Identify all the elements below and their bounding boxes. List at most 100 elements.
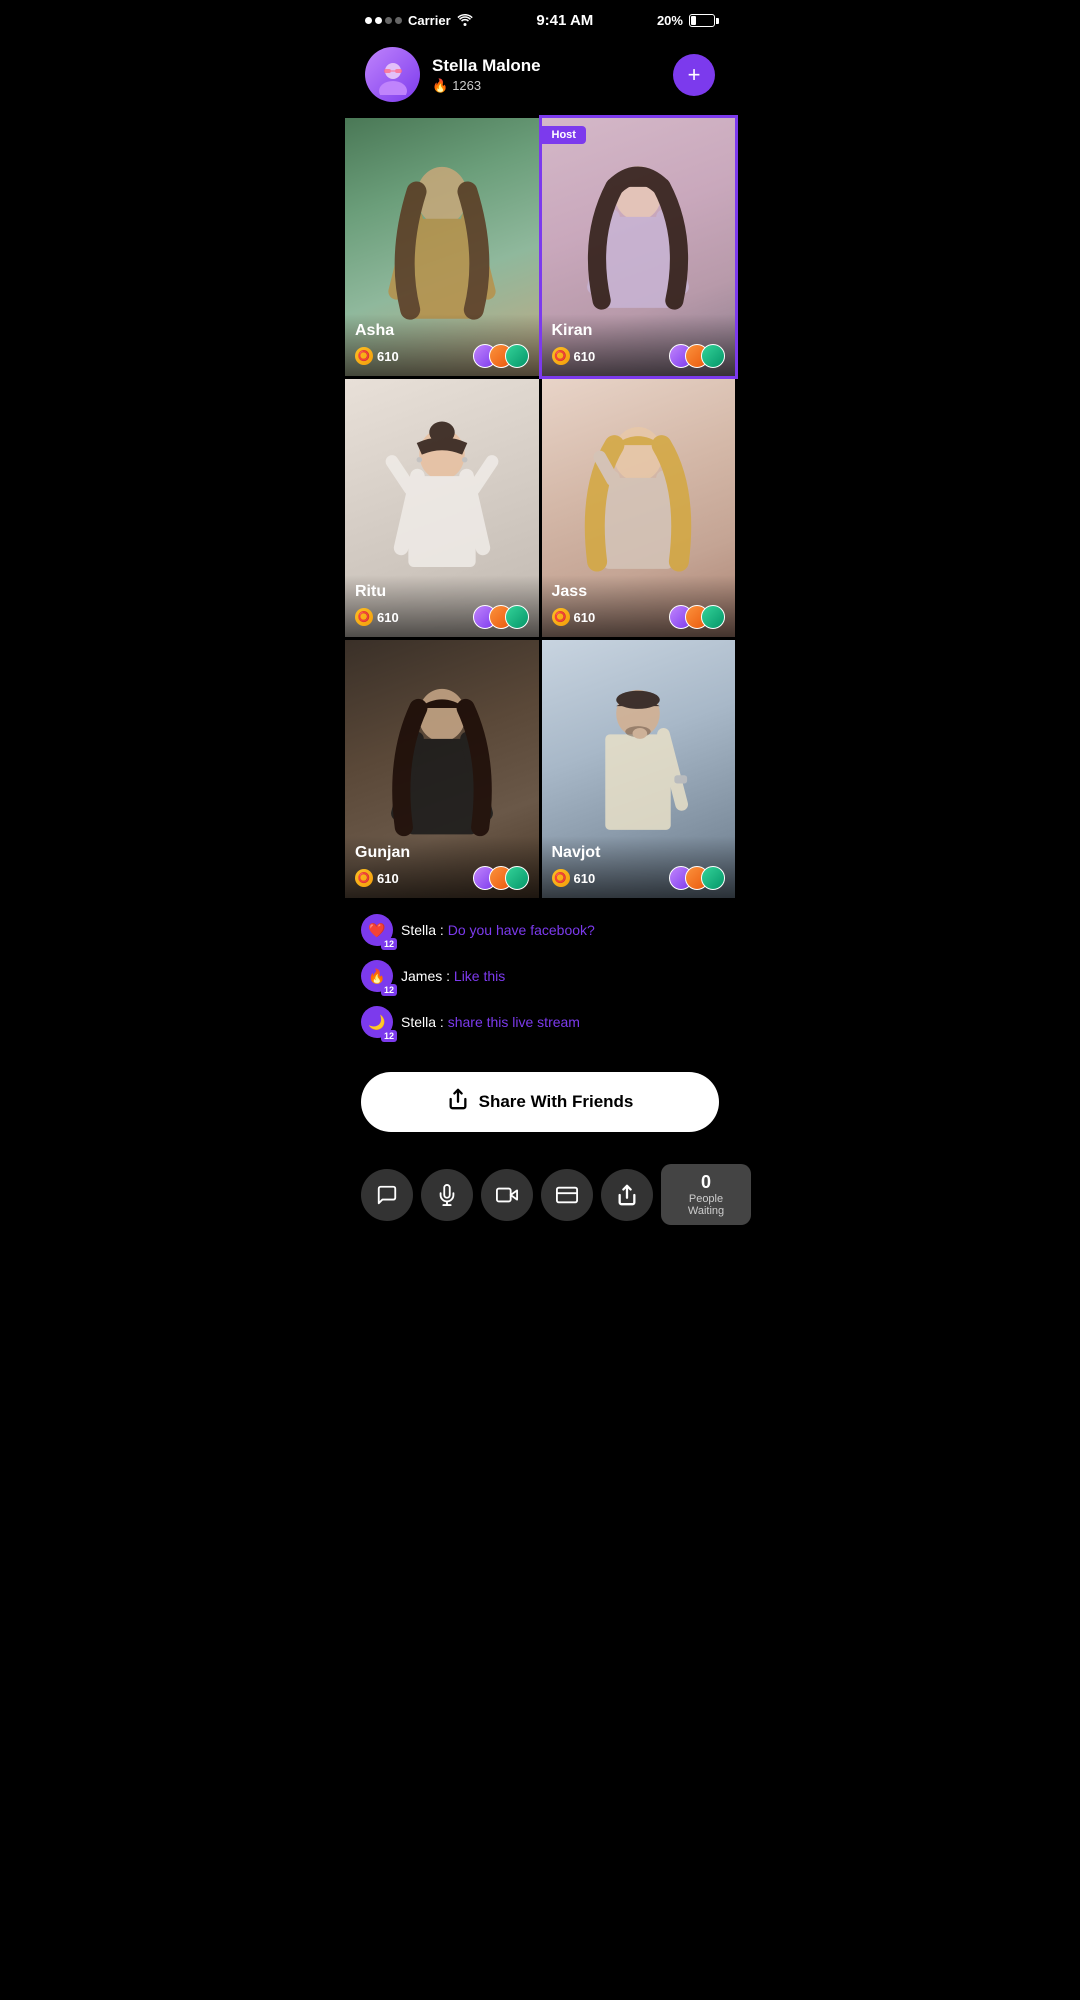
chat-username-1: Stella: [401, 922, 436, 938]
chat-separator-2: :: [446, 968, 454, 984]
chat-badge-3: 🌙 12: [361, 1006, 393, 1038]
viewer-avatars-jass: [669, 605, 725, 629]
mic-button[interactable]: [421, 1169, 473, 1221]
stream-cell-gunjan[interactable]: Gunjan ⭕ 610: [345, 640, 539, 898]
cell-bottom-navjot: Navjot ⭕ 610: [542, 836, 736, 898]
stream-cell-asha[interactable]: Asha ⭕ 610: [345, 118, 539, 376]
host-score: 🔥 1263: [432, 78, 661, 94]
coin-icon: ⭕: [355, 869, 373, 887]
chat-text-2: James : Like this: [401, 968, 505, 984]
chat-message-3: 🌙 12 Stella : share this live stream: [361, 1006, 719, 1038]
badge-level-2: 12: [381, 984, 397, 996]
cell-name-asha: Asha: [355, 322, 529, 340]
coin-icon: ⭕: [552, 869, 570, 887]
signal-dots: [365, 17, 402, 24]
cell-bottom-jass: Jass ⭕ 610: [542, 575, 736, 637]
viewer-avatars-asha: [473, 344, 529, 368]
battery-fill: [691, 16, 696, 25]
chat-button[interactable]: [361, 1169, 413, 1221]
coin-icon: ⭕: [355, 347, 373, 365]
people-waiting-label: People Waiting: [675, 1193, 737, 1217]
badge-level-3: 12: [381, 1030, 397, 1042]
cell-name-ritu: Ritu: [355, 583, 529, 601]
chat-text-3: Stella : share this live stream: [401, 1014, 580, 1030]
chat-username-2: James: [401, 968, 442, 984]
share-with-friends-button[interactable]: Share With Friends: [361, 1072, 719, 1132]
carrier-label: Carrier: [408, 13, 451, 28]
viewer-avatars-navjot: [669, 866, 725, 890]
viewer-avatar: [505, 344, 529, 368]
viewer-avatars-ritu: [473, 605, 529, 629]
cell-coins-asha: ⭕ 610: [355, 347, 399, 365]
cell-bottom-gunjan: Gunjan ⭕ 610: [345, 836, 539, 898]
wallet-button[interactable]: [541, 1169, 593, 1221]
cell-meta-jass: ⭕ 610: [552, 605, 726, 629]
time-display: 9:41 AM: [536, 12, 593, 29]
host-avatar: [365, 47, 420, 102]
host-name: Stella Malone: [432, 56, 661, 76]
cell-meta-navjot: ⭕ 610: [552, 866, 726, 890]
chat-badge-2: 🔥 12: [361, 960, 393, 992]
cell-name-navjot: Navjot: [552, 844, 726, 862]
share-button[interactable]: [601, 1169, 653, 1221]
chat-separator-3: :: [440, 1014, 448, 1030]
viewer-avatar: [701, 344, 725, 368]
bottom-bar: 0 People Waiting: [345, 1152, 735, 1245]
video-button[interactable]: [481, 1169, 533, 1221]
chat-content-1: Do you have facebook?: [448, 922, 595, 938]
follow-button[interactable]: +: [673, 54, 715, 96]
host-info: Stella Malone 🔥 1263: [432, 56, 661, 94]
cell-meta-ritu: ⭕ 610: [355, 605, 529, 629]
chat-separator-1: :: [440, 922, 448, 938]
share-section: Share With Friends: [345, 1064, 735, 1152]
cell-coins-jass: ⭕ 610: [552, 608, 596, 626]
signal-dot-4: [395, 17, 402, 24]
stream-cell-navjot[interactable]: Navjot ⭕ 610: [542, 640, 736, 898]
battery-percent: 20%: [657, 13, 683, 28]
chat-text-1: Stella : Do you have facebook?: [401, 922, 595, 938]
host-score-value: 1263: [452, 78, 481, 93]
viewer-avatar: [505, 605, 529, 629]
cell-coins-ritu: ⭕ 610: [355, 608, 399, 626]
chat-username-3: Stella: [401, 1014, 436, 1030]
viewer-avatars-kiran: [669, 344, 725, 368]
coin-icon: ⭕: [552, 347, 570, 365]
viewer-avatar: [701, 605, 725, 629]
stream-cell-ritu[interactable]: Ritu ⭕ 610: [345, 379, 539, 637]
status-left: Carrier: [365, 13, 473, 29]
stream-cell-jass[interactable]: Jass ⭕ 610: [542, 379, 736, 637]
flame-icon: 🔥: [432, 78, 448, 94]
chat-content-3: share this live stream: [448, 1014, 580, 1030]
chat-message-2: 🔥 12 James : Like this: [361, 960, 719, 992]
host-avatar-image: [365, 47, 420, 102]
stream-grid: Asha ⭕ 610: [345, 118, 735, 898]
viewer-avatars-gunjan: [473, 866, 529, 890]
battery-icon: [689, 14, 715, 27]
wifi-icon: [457, 13, 473, 29]
host-card: Stella Malone 🔥 1263 +: [365, 47, 715, 102]
cell-coins-gunjan: ⭕ 610: [355, 869, 399, 887]
cell-name-jass: Jass: [552, 583, 726, 601]
cell-bottom-asha: Asha ⭕ 610: [345, 314, 539, 376]
coin-icon: ⭕: [355, 608, 373, 626]
cell-coins-navjot: ⭕ 610: [552, 869, 596, 887]
badge-level-1: 12: [381, 938, 397, 950]
signal-dot-1: [365, 17, 372, 24]
chat-badge-1: ❤️ 12: [361, 914, 393, 946]
host-badge: Host: [542, 126, 586, 144]
share-icon: [447, 1088, 469, 1116]
chat-section: ❤️ 12 Stella : Do you have facebook? 🔥 1…: [345, 898, 735, 1064]
cell-meta-gunjan: ⭕ 610: [355, 866, 529, 890]
cell-meta-asha: ⭕ 610: [355, 344, 529, 368]
status-bar: Carrier 9:41 AM 20%: [345, 0, 735, 37]
status-right: 20%: [657, 13, 715, 28]
people-waiting-panel: 0 People Waiting: [661, 1164, 751, 1225]
cell-bottom-kiran: Kiran ⭕ 610: [542, 314, 736, 376]
stream-cell-kiran[interactable]: Host Kiran ⭕ 610: [542, 118, 736, 376]
share-button-label: Share With Friends: [479, 1092, 634, 1112]
cell-coins-kiran: ⭕ 610: [552, 347, 596, 365]
viewer-avatar: [701, 866, 725, 890]
cell-meta-kiran: ⭕ 610: [552, 344, 726, 368]
signal-dot-3: [385, 17, 392, 24]
chat-content-2: Like this: [454, 968, 505, 984]
